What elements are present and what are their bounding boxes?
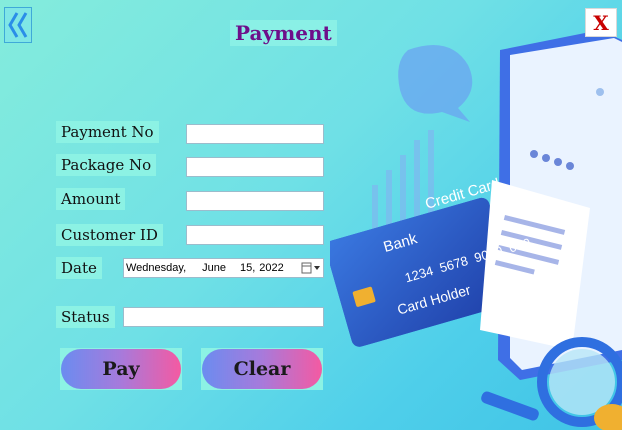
amount-input[interactable] <box>186 191 324 211</box>
customer-id-label: Customer ID <box>56 224 163 246</box>
clear-button[interactable]: Clear <box>202 349 322 389</box>
card-type: Credit Card <box>423 175 502 213</box>
back-button[interactable] <box>4 7 32 43</box>
date-picker[interactable]: Wednesday, June 15, 2022 <box>123 258 324 278</box>
payment-no-input[interactable] <box>186 124 324 144</box>
customer-id-input[interactable] <box>186 225 324 245</box>
date-month: June <box>202 262 226 274</box>
package-no-label: Package No <box>56 154 157 176</box>
payment-no-label: Payment No <box>56 121 159 143</box>
date-weekday: Wednesday, <box>126 262 187 274</box>
clear-button-frame: Clear <box>201 348 323 390</box>
status-label: Status <box>56 306 115 328</box>
pay-button-frame: Pay <box>60 348 182 390</box>
date-label: Date <box>56 257 102 279</box>
card-brand: Bank <box>381 230 420 256</box>
date-day: 15, <box>240 262 256 274</box>
amount-label: Amount <box>56 188 126 210</box>
package-no-input[interactable] <box>186 157 324 177</box>
pay-button[interactable]: Pay <box>61 349 181 389</box>
close-button[interactable]: X <box>585 8 617 37</box>
status-input[interactable] <box>123 307 324 327</box>
double-chevron-left-icon <box>8 12 28 38</box>
calendar-dropdown-icon[interactable] <box>301 262 321 274</box>
page-title: Payment <box>230 20 337 46</box>
date-year: 2022 <box>259 262 284 274</box>
